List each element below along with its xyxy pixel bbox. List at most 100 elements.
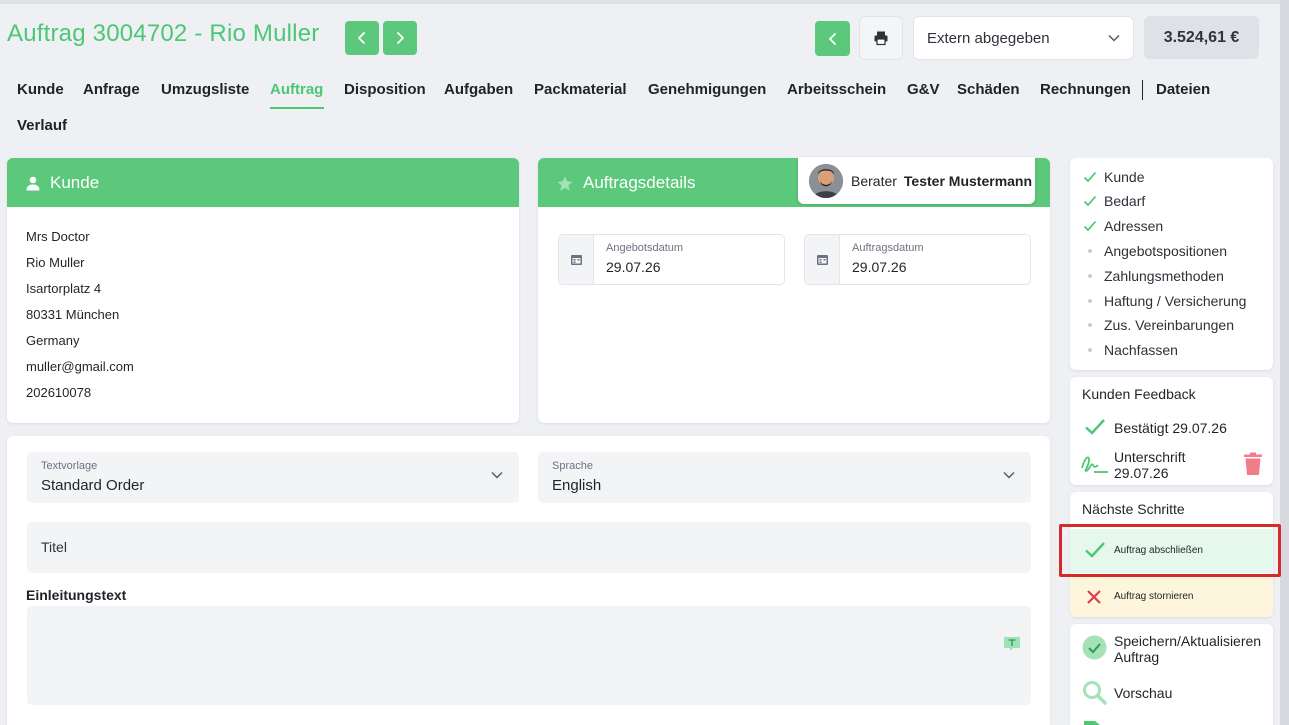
signature-icon	[1081, 456, 1108, 473]
checklist-item-zahlungsmethoden[interactable]: Zahlungsmethoden	[1082, 268, 1224, 284]
send-icon	[1084, 721, 1100, 725]
einleitung-label: Einleitungstext	[26, 587, 127, 603]
star-icon	[557, 176, 573, 191]
textvorlage-value: Standard Order	[41, 477, 145, 494]
checklist-label: Nachfassen	[1104, 342, 1178, 358]
tab-anfrage[interactable]: Anfrage	[83, 81, 140, 98]
titel-placeholder: Titel	[41, 539, 67, 555]
feedback-bestaetigt: Bestätigt 29.07.26	[1114, 420, 1227, 436]
text-format-icon[interactable]	[1003, 635, 1021, 653]
checklist-item-angebotspositionen[interactable]: Angebotspositionen	[1082, 243, 1227, 259]
stornieren-label: Auftrag stornieren	[1114, 591, 1194, 602]
status-select[interactable]: Extern abgegeben	[913, 16, 1134, 60]
kunden-feedback-panel: Kunden Feedback Bestätigt 29.07.26 Unter…	[1070, 377, 1273, 485]
actions-panel: Speichern/Aktualisieren Auftrag Vorschau	[1070, 624, 1273, 725]
customer-name: Rio Muller	[26, 255, 85, 270]
pending-dot-icon	[1088, 348, 1092, 352]
sprache-value: English	[552, 477, 602, 494]
sprache-select[interactable]: Sprache English	[538, 452, 1031, 503]
kunde-card-header: Kunde	[7, 158, 519, 207]
text-form-card: Textvorlage Standard Order Sprache Engli…	[7, 436, 1050, 725]
pending-dot-icon	[1088, 299, 1092, 303]
speichern-line2: Auftrag	[1114, 649, 1160, 665]
pending-dot-icon	[1088, 249, 1092, 253]
unterschrift-date: 29.07.26	[1114, 465, 1169, 481]
auftragsdatum-field[interactable]: Auftragsdatum 29.07.26	[804, 234, 1031, 285]
chevron-left-icon	[828, 32, 836, 45]
auftragsdatum-label: Auftragsdatum	[852, 242, 924, 254]
auftragsdatum-value: 29.07.26	[852, 259, 907, 275]
tab-packmaterial[interactable]: Packmaterial	[534, 81, 627, 98]
tab-auftrag[interactable]: Auftrag	[270, 81, 323, 98]
tab-aufgaben[interactable]: Aufgaben	[444, 81, 513, 98]
customer-number: 202610078	[26, 385, 92, 400]
tab-dateien[interactable]: Dateien	[1156, 81, 1210, 98]
vorschau-label: Vorschau	[1114, 685, 1173, 701]
status-value: Extern abgegeben	[927, 29, 1050, 47]
tab-umzugsliste[interactable]: Umzugsliste	[161, 81, 249, 98]
checklist-label: Zus. Vereinbarungen	[1104, 317, 1234, 333]
checklist-label: Zahlungsmethoden	[1104, 268, 1224, 284]
tab-verlauf[interactable]: Verlauf	[17, 117, 67, 134]
top-strip	[0, 0, 1289, 4]
check-icon	[1083, 171, 1097, 183]
tab-kunde[interactable]: Kunde	[17, 81, 64, 98]
search-icon	[1083, 681, 1107, 705]
back-button[interactable]	[815, 21, 850, 56]
avatar	[809, 163, 843, 198]
sprache-label: Sprache	[552, 460, 593, 472]
titel-input[interactable]: Titel	[27, 522, 1031, 573]
checklist-item-bedarf[interactable]: Bedarf	[1082, 193, 1145, 209]
print-button[interactable]	[859, 16, 903, 60]
calendar-icon	[816, 255, 828, 265]
checklist-item-vereinbarungen[interactable]: Zus. Vereinbarungen	[1082, 317, 1234, 333]
chevron-down-icon	[1003, 471, 1015, 479]
checklist-label: Kunde	[1104, 169, 1145, 185]
trash-icon[interactable]	[1243, 452, 1263, 476]
einleitung-textarea[interactable]	[27, 606, 1031, 705]
speichern-label: Speichern/Aktualisieren Auftrag	[1114, 633, 1261, 665]
unterschrift-label: Unterschrift	[1114, 449, 1186, 465]
tab-disposition[interactable]: Disposition	[344, 81, 426, 98]
berater-label: Berater	[851, 172, 897, 189]
angebotsdatum-field[interactable]: Angebotsdatum 29.07.26	[558, 234, 785, 285]
customer-country: Germany	[26, 333, 80, 348]
next-order-button[interactable]	[383, 21, 417, 55]
angebotsdatum-label: Angebotsdatum	[606, 242, 684, 254]
checklist-item-haftung[interactable]: Haftung / Versicherung	[1082, 293, 1246, 309]
auftrag-stornieren-button[interactable]: Auftrag stornieren	[1070, 576, 1273, 617]
speichern-button[interactable]: Speichern/Aktualisieren Auftrag	[1070, 624, 1273, 670]
tab-genehmigungen[interactable]: Genehmigungen	[648, 81, 766, 98]
customer-street: Isartorplatz 4	[26, 281, 102, 296]
tab-separator	[1142, 80, 1143, 100]
checklist-item-nachfassen[interactable]: Nachfassen	[1082, 342, 1178, 358]
checklist-item-kunde[interactable]: Kunde	[1082, 169, 1144, 185]
checklist-label: Haftung / Versicherung	[1104, 293, 1247, 309]
next-steps-title: Nächste Schritte	[1082, 501, 1185, 517]
kunde-card: Kunde Mrs Doctor Rio Muller Isartorplatz…	[7, 158, 519, 423]
tab-arbeitsschein[interactable]: Arbeitsschein	[787, 81, 886, 98]
textvorlage-select[interactable]: Textvorlage Standard Order	[27, 452, 519, 503]
pending-dot-icon	[1088, 323, 1092, 327]
checklist-item-adressen[interactable]: Adressen	[1082, 218, 1163, 234]
vorschau-button[interactable]: Vorschau	[1070, 676, 1273, 708]
check-circle-icon	[1082, 635, 1107, 660]
page-scrollbar[interactable]	[1280, 0, 1289, 725]
tab-guv[interactable]: G&V	[907, 81, 940, 98]
close-icon	[1087, 590, 1101, 604]
checklist-label: Bedarf	[1104, 193, 1146, 209]
customer-address: Mrs Doctor Rio Muller Isartorplatz 4 803…	[7, 207, 519, 411]
berater-name: Tester Mustermann	[903, 172, 1033, 189]
previous-order-button[interactable]	[345, 21, 379, 55]
customer-city: 80331 München	[26, 307, 120, 322]
chevron-left-icon	[358, 32, 365, 44]
chevron-right-icon	[397, 32, 404, 44]
pending-dot-icon	[1088, 274, 1092, 278]
printer-icon	[874, 31, 888, 46]
angebotsdatum-value: 29.07.26	[606, 259, 661, 275]
tab-schaeden[interactable]: Schäden	[957, 81, 1020, 98]
user-icon	[26, 176, 40, 190]
tab-rechnungen[interactable]: Rechnungen	[1040, 81, 1131, 98]
check-icon	[1083, 220, 1097, 232]
chevron-down-icon	[1108, 34, 1120, 42]
